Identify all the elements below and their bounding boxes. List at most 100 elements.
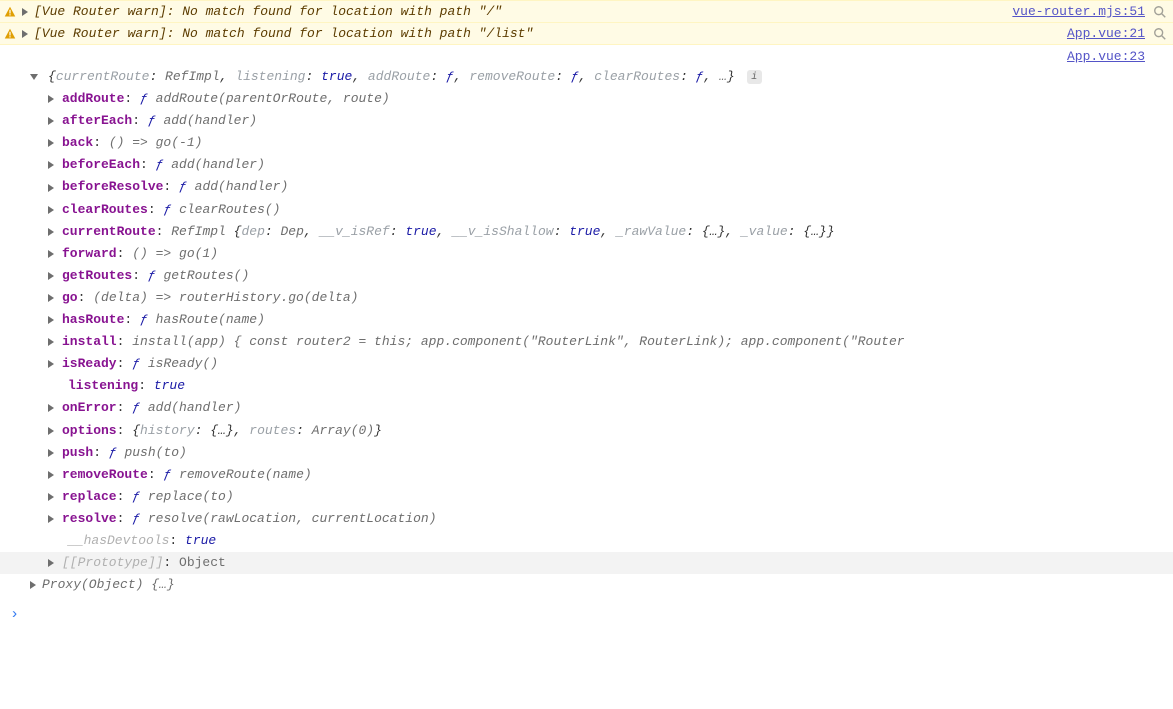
property-value: ƒ add(handler) [179, 179, 288, 194]
property-value: ƒ clearRoutes() [163, 202, 280, 217]
warning-message: [Vue Router warn]: No match found for lo… [34, 4, 1004, 19]
property-key: afterEach [62, 113, 132, 128]
object-property-row[interactable]: [[Prototype]]: Object [0, 552, 1173, 574]
disclosure-right-icon[interactable] [48, 95, 54, 103]
property-value: true [185, 533, 216, 548]
property-value: ƒ add(handler) [148, 113, 257, 128]
property-value: ƒ hasRoute(name) [140, 312, 265, 327]
property-key: go [62, 290, 78, 305]
disclosure-right-icon[interactable] [48, 250, 54, 258]
property-value: ƒ replace(to) [132, 489, 233, 504]
disclosure-right-icon[interactable] [48, 206, 54, 214]
property-key: beforeResolve [62, 179, 163, 194]
property-value: ƒ isReady() [132, 356, 218, 371]
object-summary: {currentRoute: RefImpl, listening: true,… [48, 66, 735, 88]
property-value: ƒ addRoute(parentOrRoute, route) [140, 91, 390, 106]
disclosure-right-icon[interactable] [48, 316, 54, 324]
console-warning-row[interactable]: [Vue Router warn]: No match found for lo… [0, 23, 1173, 45]
property-value: () => go(1) [132, 246, 218, 261]
disclosure-right-icon[interactable] [22, 30, 28, 38]
object-property-row[interactable]: getRoutes: ƒ getRoutes() [48, 265, 1169, 287]
property-key: install [62, 334, 117, 349]
source-link[interactable]: vue-router.mjs:51 [1012, 4, 1145, 19]
property-value: install(app) { const router2 = this; app… [132, 334, 904, 349]
property-key: removeRoute [62, 467, 148, 482]
object-property-row[interactable]: currentRoute: RefImpl {dep: Dep, __v_isR… [48, 221, 1169, 243]
disclosure-right-icon[interactable] [48, 161, 54, 169]
property-value: ƒ removeRoute(name) [163, 467, 311, 482]
search-icon[interactable] [1153, 27, 1167, 41]
disclosure-right-icon[interactable] [48, 471, 54, 479]
object-property-row[interactable]: go: (delta) => routerHistory.go(delta) [48, 287, 1169, 309]
disclosure-right-icon[interactable] [48, 449, 54, 457]
property-key: getRoutes [62, 268, 132, 283]
object-property-row[interactable]: push: ƒ push(to) [48, 442, 1169, 464]
object-property-row[interactable]: removeRoute: ƒ removeRoute(name) [48, 464, 1169, 486]
property-key: addRoute [62, 91, 124, 106]
disclosure-right-icon[interactable] [48, 294, 54, 302]
property-value: true [154, 378, 185, 393]
property-value: ƒ add(handler) [156, 157, 265, 172]
object-property-row[interactable]: listening: true [48, 375, 1169, 397]
console-prompt[interactable]: › [0, 602, 1173, 627]
disclosure-right-icon[interactable] [48, 228, 54, 236]
property-value: Object [179, 555, 226, 570]
disclosure-right-icon[interactable] [48, 117, 54, 125]
warning-message: [Vue Router warn]: No match found for lo… [34, 26, 1059, 41]
disclosure-right-icon[interactable] [48, 427, 54, 435]
object-property-row[interactable]: __hasDevtools: true [48, 530, 1169, 552]
object-property-row[interactable]: forward: () => go(1) [48, 243, 1169, 265]
disclosure-right-icon[interactable] [48, 404, 54, 412]
info-icon[interactable]: i [747, 70, 762, 84]
property-key: isReady [62, 356, 117, 371]
proxy-object-row[interactable]: Proxy(Object) {…} [30, 574, 1169, 596]
disclosure-right-icon[interactable] [48, 559, 54, 567]
object-root[interactable]: {currentRoute: RefImpl, listening: true,… [30, 66, 1169, 88]
property-key: back [62, 135, 93, 150]
property-value: () => go(-1) [109, 135, 203, 150]
disclosure-right-icon[interactable] [22, 8, 28, 16]
disclosure-down-icon[interactable] [30, 74, 38, 80]
disclosure-right-icon[interactable] [48, 272, 54, 280]
property-key: forward [62, 246, 117, 261]
object-property-row[interactable]: onError: ƒ add(handler) [48, 397, 1169, 419]
disclosure-right-icon[interactable] [48, 493, 54, 501]
object-property-row[interactable]: back: () => go(-1) [48, 132, 1169, 154]
property-value: RefImpl {dep: Dep, __v_isRef: true, __v_… [171, 224, 834, 239]
disclosure-right-icon[interactable] [30, 581, 36, 589]
object-property-row[interactable]: hasRoute: ƒ hasRoute(name) [48, 309, 1169, 331]
property-value: (delta) => routerHistory.go(delta) [93, 290, 358, 305]
property-key: onError [62, 400, 117, 415]
disclosure-right-icon[interactable] [48, 338, 54, 346]
property-key: listening [68, 378, 138, 393]
source-link[interactable]: App.vue:23 [1067, 49, 1145, 64]
object-property-row[interactable]: clearRoutes: ƒ clearRoutes() [48, 199, 1169, 221]
property-value: ƒ add(handler) [132, 400, 241, 415]
property-value: ƒ push(to) [109, 445, 187, 460]
object-property-row[interactable]: options: {history: {…}, routes: Array(0)… [48, 420, 1169, 442]
object-property-row[interactable]: replace: ƒ replace(to) [48, 486, 1169, 508]
property-value: {history: {…}, routes: Array(0)} [132, 423, 382, 438]
property-key: options [62, 423, 117, 438]
property-key: [[Prototype]] [62, 555, 163, 570]
property-key: push [62, 445, 93, 460]
property-key: clearRoutes [62, 202, 148, 217]
source-link[interactable]: App.vue:21 [1067, 26, 1145, 41]
disclosure-right-icon[interactable] [48, 139, 54, 147]
disclosure-right-icon[interactable] [48, 360, 54, 368]
object-property-row[interactable]: isReady: ƒ isReady() [48, 353, 1169, 375]
search-icon[interactable] [1153, 5, 1167, 19]
object-property-row[interactable]: install: install(app) { const router2 = … [48, 331, 1169, 353]
property-key: resolve [62, 511, 117, 526]
property-key: hasRoute [62, 312, 124, 327]
disclosure-right-icon[interactable] [48, 515, 54, 523]
object-property-row[interactable]: addRoute: ƒ addRoute(parentOrRoute, rout… [48, 88, 1169, 110]
disclosure-right-icon[interactable] [48, 184, 54, 192]
object-property-row[interactable]: afterEach: ƒ add(handler) [48, 110, 1169, 132]
console-warning-row[interactable]: [Vue Router warn]: No match found for lo… [0, 0, 1173, 23]
property-key: replace [62, 489, 117, 504]
object-property-row[interactable]: beforeEach: ƒ add(handler) [48, 154, 1169, 176]
property-key: __hasDevtools [68, 533, 169, 548]
object-property-row[interactable]: resolve: ƒ resolve(rawLocation, currentL… [48, 508, 1169, 530]
object-property-row[interactable]: beforeResolve: ƒ add(handler) [48, 176, 1169, 198]
